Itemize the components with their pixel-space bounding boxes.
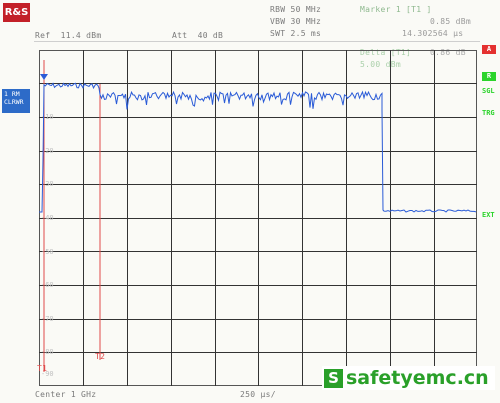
trg-indicator: TRG: [482, 109, 495, 117]
watermark-text: safetyemc.cn: [346, 367, 489, 389]
center-frequency: Center 1 GHz: [35, 390, 97, 399]
watermark: S safetyemc.cn: [322, 366, 495, 390]
r-indicator: R: [482, 72, 496, 81]
a-indicator: A: [482, 45, 496, 54]
ext-indicator: EXT: [482, 211, 495, 219]
time-per-division: 250 μs/: [240, 390, 276, 399]
signal-trace: [39, 82, 477, 213]
sgl-indicator: SGL: [482, 87, 495, 95]
trace-svg: [39, 60, 477, 372]
marker-label-t2: T2: [95, 352, 106, 361]
s-logo-icon: S: [324, 368, 343, 388]
analyzer-screen: R&S RBW 50 MHz VBW 30 MHz SWT 2.5 ms Ref…: [0, 0, 500, 403]
marker-triangle-icon: [40, 74, 48, 80]
marker-label-t1: T1: [37, 364, 48, 373]
